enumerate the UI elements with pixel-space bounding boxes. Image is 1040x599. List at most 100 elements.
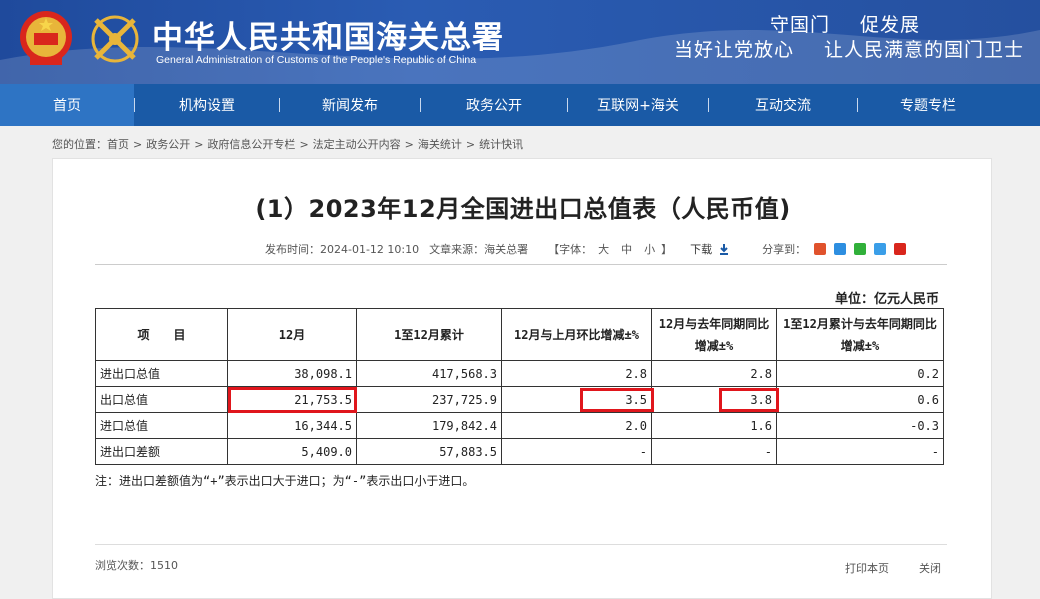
cell-dec-highlighted: 21,753.5 (227, 386, 357, 413)
nav-item-government-affairs[interactable]: 政务公开 (421, 84, 567, 126)
cell-ytd-yoy: -0.3 (776, 412, 944, 439)
cell-yoy: - (651, 438, 777, 465)
print-page-link[interactable]: 打印本页 (845, 560, 889, 576)
views-label: 浏览次数： (95, 559, 150, 572)
cell-ytd: 417,568.3 (356, 360, 502, 387)
share-label: 分享到： (762, 243, 807, 256)
font-size-large[interactable]: 大 (598, 241, 609, 257)
table-row: 进出口差额 5,409.0 57,883.5 - - - (95, 438, 944, 465)
breadcrumb: 您的位置：首页 > 政务公开 > 政府信息公开专栏 > 法定主动公开内容 > 海关统计 > 统计快讯 (52, 136, 523, 152)
national-emblem-icon (20, 11, 72, 65)
table-note: 注：进出口差额值为“+”表示出口大于进口；为“-”表示出口小于进口。 (95, 474, 475, 488)
renren-icon[interactable] (894, 243, 907, 255)
nav-item-news[interactable]: 新闻发布 (280, 84, 420, 126)
nav-item-organization[interactable]: 机构设置 (135, 84, 279, 126)
nav-item-home[interactable]: 首页 (0, 84, 134, 126)
header-ytd-yoy: 1至12月累计与去年同期同比增减±% (776, 308, 944, 361)
table-unit: 单位：亿元人民币 (834, 292, 939, 307)
cell-mom: 2.0 (501, 412, 652, 439)
header-mom: 12月与上月环比增减±% (501, 308, 652, 361)
footer-divider (95, 544, 947, 545)
cell-ytd-yoy: 0.6 (776, 386, 944, 413)
views-value: 1510 (150, 559, 178, 572)
table-row: 出口总值 21,753.5 237,725.9 3.5 3.8 0.6 (95, 386, 944, 413)
font-size-small[interactable]: 小 (644, 241, 655, 257)
publish-time: 2024-01-12 10:10 (320, 242, 420, 256)
download-button[interactable]: 下载 (690, 241, 730, 257)
cell-mom: 2.8 (501, 360, 652, 387)
site-title: 中华人民共和国海关总署 (152, 20, 504, 56)
cell-mom: 3.5 (501, 386, 654, 413)
article-title: (1）2023年12月全国进出口总值表（人民币值) (255, 195, 791, 223)
breadcrumb-arrow: > (404, 138, 414, 151)
cell-mom-highlighted: 3.5 (580, 387, 654, 412)
breadcrumb-link[interactable]: 统计快讯 (479, 138, 523, 151)
nav-item-internet-customs[interactable]: 互联网+海关 (568, 84, 708, 126)
nav-item-interaction[interactable]: 互动交流 (709, 84, 857, 126)
cell-ytd-yoy: - (776, 438, 944, 465)
slogan-line-1: 守国门 促发展 (770, 10, 920, 37)
header-item: 项 目 (95, 308, 228, 361)
breadcrumb-link[interactable]: 海关统计 (418, 138, 462, 151)
view-count: 浏览次数：1510 (95, 557, 178, 573)
trade-value-table: 项 目 12月 1至12月累计 12月与上月环比增减±% 12月与去年同期同比增… (95, 308, 944, 465)
breadcrumb-arrow: > (133, 138, 143, 151)
source-label: 文章来源： (429, 243, 485, 256)
qq-zone-icon[interactable] (834, 243, 847, 255)
cell-yoy: 3.8 (651, 386, 779, 413)
row-label: 进出口差额 (95, 438, 228, 465)
font-size-medium[interactable]: 中 (621, 241, 632, 257)
article-meta: 发布时间： 2024-01-12 10:10 文章来源： 海关总署 【字体： 大… (265, 241, 907, 257)
cell-dec: 16,344.5 (227, 412, 357, 439)
table-row: 进口总值 16,344.5 179,842.4 2.0 1.6 -0.3 (95, 412, 944, 439)
nav-item-special-topics[interactable]: 专题专栏 (858, 84, 998, 126)
breadcrumb-arrow: > (465, 138, 476, 151)
slogan-line-2: 当好让党放心 让人民满意的国门卫士 (674, 35, 1024, 62)
meta-divider (95, 264, 947, 265)
publish-label: 发布时间： (265, 243, 320, 256)
close-link[interactable]: 关闭 (919, 560, 941, 576)
row-label: 进口总值 (95, 412, 228, 439)
share-bar: 分享到： (762, 241, 907, 257)
header-dec: 12月 (227, 308, 357, 361)
cell-ytd: 179,842.4 (356, 412, 502, 439)
breadcrumb-link[interactable]: 法定主动公开内容 (313, 138, 401, 151)
site-header: 中华人民共和国海关总署 General Administration of Cu… (0, 0, 1040, 84)
breadcrumb-arrow: > (194, 138, 204, 151)
cell-yoy-highlighted: 3.8 (719, 387, 779, 412)
font-size-label: 【字体： (548, 243, 593, 256)
breadcrumb-link[interactable]: 政务公开 (146, 138, 190, 151)
slogan-part: 让人民满意的国门卫士 (823, 39, 1024, 61)
row-label: 进出口总值 (95, 360, 228, 387)
customs-logo-icon (91, 15, 139, 63)
slogan-part: 当好让党放心 (673, 39, 794, 61)
cell-ytd: 237,725.9 (356, 386, 502, 413)
cell-ytd-yoy: 0.2 (776, 360, 944, 387)
header-yoy: 12月与去年同期同比增减±% (651, 308, 777, 361)
cell-ytd: 57,883.5 (356, 438, 502, 465)
slogan-part: 守国门 (769, 14, 830, 36)
main-nav: 首页 机构设置 新闻发布 政务公开 互联网+海关 互动交流 专题专栏 (0, 84, 1040, 126)
breadcrumb-link[interactable]: 政府信息公开专栏 (207, 138, 295, 151)
source-value: 海关总署 (484, 243, 529, 256)
slogan-part: 促发展 (859, 14, 920, 36)
cell-mom: - (501, 438, 652, 465)
download-icon (720, 244, 729, 255)
qq-friend-icon[interactable] (874, 243, 887, 255)
breadcrumb-link[interactable]: 首页 (107, 138, 129, 151)
breadcrumb-prefix: 您的位置： (52, 138, 107, 151)
row-label: 出口总值 (95, 386, 228, 413)
article-card: (1）2023年12月全国进出口总值表（人民币值) 发布时间： 2024-01-… (52, 158, 992, 599)
cell-dec: 5,409.0 (227, 438, 357, 465)
wechat-icon[interactable] (854, 243, 867, 255)
download-label: 下载 (690, 243, 713, 256)
font-size-close: 】 (661, 243, 673, 256)
breadcrumb-arrow: > (299, 138, 309, 151)
table-header-row: 项 目 12月 1至12月累计 12月与上月环比增减±% 12月与去年同期同比增… (95, 308, 944, 361)
site-title-english: General Administration of Customs of the… (156, 54, 477, 66)
cell-dec: 38,098.1 (227, 360, 357, 387)
header-ytd: 1至12月累计 (356, 308, 502, 361)
weibo-icon[interactable] (814, 243, 827, 255)
table-row: 进出口总值 38,098.1 417,568.3 2.8 2.8 0.2 (95, 360, 944, 387)
cell-yoy: 1.6 (651, 412, 777, 439)
